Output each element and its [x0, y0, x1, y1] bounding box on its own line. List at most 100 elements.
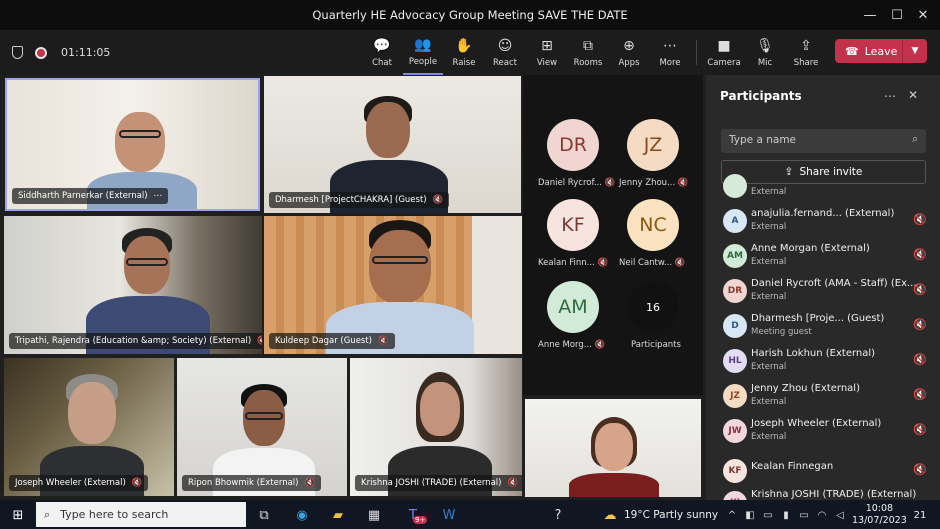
close-icon[interactable]: ✕: [908, 88, 918, 102]
search-icon: ⌕: [44, 507, 51, 521]
participant-row[interactable]: JZ Jenny Zhou (External) External 🔇: [721, 380, 931, 415]
participant-row[interactable]: HL Harish Lokhun (External) External 🔇: [721, 345, 931, 380]
participant-row[interactable]: AM Anne Morgan (External) External 🔇: [721, 240, 931, 275]
close-icon[interactable]: ✕: [908, 0, 938, 30]
raise-label: Raise: [452, 57, 476, 68]
tile-name-text: Tripathi, Rajendra (Education &amp; Soci…: [15, 336, 252, 346]
video-tile[interactable]: Siddharth Parnerkar (External) ⋯: [5, 78, 260, 211]
camera-icon: ■: [717, 37, 731, 54]
mic-off-icon: 🔇: [913, 463, 927, 476]
video-tile[interactable]: Joseph Wheeler (External) 🔇: [4, 358, 174, 496]
more-options-icon[interactable]: ⋯: [884, 89, 896, 103]
rooms-button[interactable]: ⧉ Rooms: [568, 30, 608, 75]
participant-row[interactable]: D Dharmesh [Proje... (Guest) Meeting gue…: [721, 310, 931, 345]
help-icon[interactable]: ?: [548, 505, 568, 525]
avatar[interactable]: NC: [627, 199, 679, 251]
participant-row[interactable]: DR Daniel Rycroft (AMA - Staff) (Ex... E…: [721, 275, 931, 310]
notification-count: 21: [913, 509, 927, 521]
video-tile[interactable]: Krishna JOSHI (TRADE) (External) 🔇: [350, 358, 522, 496]
share-icon: ⇪: [800, 37, 812, 54]
chevron-up-icon[interactable]: ^: [722, 505, 742, 525]
video-tile[interactable]: Ripon Bhowmik (External) 🔇: [177, 358, 347, 496]
participant-row[interactable]: JW Joseph Wheeler (External) External 🔇: [721, 415, 931, 450]
participant-row[interactable]: KF Kealan Finnegan 🔇: [721, 455, 931, 490]
mic-off-icon: 🔇: [604, 178, 616, 188]
participant-face: [366, 102, 410, 158]
clock-date: 13/07/2023: [852, 515, 907, 526]
chat-button[interactable]: 💬 Chat: [362, 30, 402, 75]
hand-icon: ✋: [455, 37, 473, 54]
participant-face: [115, 112, 165, 172]
more-label: More: [659, 57, 681, 68]
people-icon: 👥: [414, 36, 432, 53]
video-tile[interactable]: Tripathi, Rajendra (Education &amp; Soci…: [4, 216, 262, 354]
clock[interactable]: 10:08 13/07/2023: [852, 503, 907, 527]
leave-button[interactable]: ☎ Leave ▼: [835, 39, 927, 63]
chat-label: Chat: [372, 57, 392, 68]
raise-hand-button[interactable]: ✋ Raise: [444, 30, 484, 75]
notification-icon[interactable]: 21: [910, 505, 930, 525]
word-icon[interactable]: W: [439, 505, 459, 525]
battery-icon[interactable]: ▮: [776, 505, 796, 525]
more-options-icon[interactable]: ⋯: [154, 191, 163, 201]
share-button[interactable]: ⇪ Share: [786, 30, 826, 75]
tray-icon[interactable]: ▭: [758, 505, 778, 525]
self-view-tile[interactable]: [525, 399, 701, 497]
window-title: Quarterly HE Advocacy Group Meeting SAVE…: [312, 8, 628, 22]
mic-off-icon: 🔇: [597, 258, 609, 268]
search-input[interactable]: Type a name ⌕: [721, 129, 926, 153]
display-icon[interactable]: ▭: [794, 505, 814, 525]
mic-off-icon: 🔇: [131, 478, 143, 488]
clock-time: 10:08: [865, 503, 894, 514]
participant-sub: External: [751, 397, 787, 407]
avatar[interactable]: DR: [547, 119, 599, 171]
edge-icon[interactable]: ◉: [292, 505, 312, 525]
react-button[interactable]: ☺ React: [485, 30, 525, 75]
participant-name: Dharmesh [Proje... (Guest): [751, 313, 885, 324]
view-button[interactable]: ⊞ View: [527, 30, 567, 75]
share-invite-label: Share invite: [799, 166, 863, 178]
task-view-icon[interactable]: ⧉: [254, 505, 274, 525]
avatar[interactable]: AM: [547, 281, 599, 333]
mic-off-icon: 🔇: [674, 258, 686, 268]
avatar-label: Daniel Rycrof... 🔇: [538, 178, 615, 188]
mic-off-icon: 🔇: [257, 336, 262, 346]
avatar[interactable]: KF: [547, 199, 599, 251]
minimize-icon[interactable]: —: [855, 0, 885, 30]
video-tile[interactable]: Dharmesh [ProjectCHAKRA] (Guest) 🔇: [264, 76, 521, 213]
tile-name-text: Kuldeep Dagar (Guest): [275, 336, 373, 346]
recording-icon: [35, 46, 47, 59]
overflow-label: Participants: [631, 340, 681, 350]
chevron-down-icon[interactable]: ▼: [903, 46, 927, 56]
windows-start-icon[interactable]: ⊞: [8, 505, 28, 525]
taskbar-search[interactable]: ⌕ Type here to search: [36, 502, 246, 527]
view-label: View: [536, 57, 558, 68]
tile-name: Joseph Wheeler (External) 🔇: [9, 475, 149, 491]
video-tile[interactable]: Kuldeep Dagar (Guest) 🔇: [264, 216, 522, 354]
store-icon[interactable]: ▦: [364, 505, 384, 525]
participant-name: Jenny Zhou (External): [751, 383, 860, 394]
avatar[interactable]: JZ: [627, 119, 679, 171]
share-label: Share: [793, 57, 819, 68]
network-icon[interactable]: ◧: [740, 505, 760, 525]
overflow-count[interactable]: 16: [627, 281, 679, 333]
participant-row[interactable]: A anajulia.fernand... (External) Externa…: [721, 205, 931, 240]
volume-icon[interactable]: ◁: [830, 505, 850, 525]
participant-avatar: DR: [723, 279, 747, 303]
file-explorer-icon[interactable]: ▰: [328, 505, 348, 525]
glasses: [245, 412, 283, 420]
tile-name-text: Siddharth Parnerkar (External): [18, 191, 148, 201]
apps-button[interactable]: ⊕ Apps: [609, 30, 649, 75]
participant-row[interactable]: KJ Krishna JOSHI (TRADE) (External): [721, 487, 931, 500]
camera-button[interactable]: ■ Camera: [704, 30, 744, 75]
weather-text[interactable]: 19°C Partly sunny: [624, 509, 718, 521]
tile-name: Tripathi, Rajendra (Education &amp; Soci…: [9, 333, 262, 349]
wifi-icon[interactable]: ◠: [812, 505, 832, 525]
meeting-toolbar: 01:11:05 💬 Chat 👥 People ✋ Raise ☺ React ⊞ Vi…: [0, 30, 940, 75]
mic-button[interactable]: 🎙 Mic: [745, 30, 785, 75]
more-button[interactable]: ⋯ More: [650, 30, 690, 75]
people-button[interactable]: 👥 People: [403, 30, 443, 75]
participant-avatar: JW: [723, 419, 747, 443]
ellipsis-icon: ⋯: [663, 37, 677, 54]
react-label: React: [493, 57, 517, 68]
